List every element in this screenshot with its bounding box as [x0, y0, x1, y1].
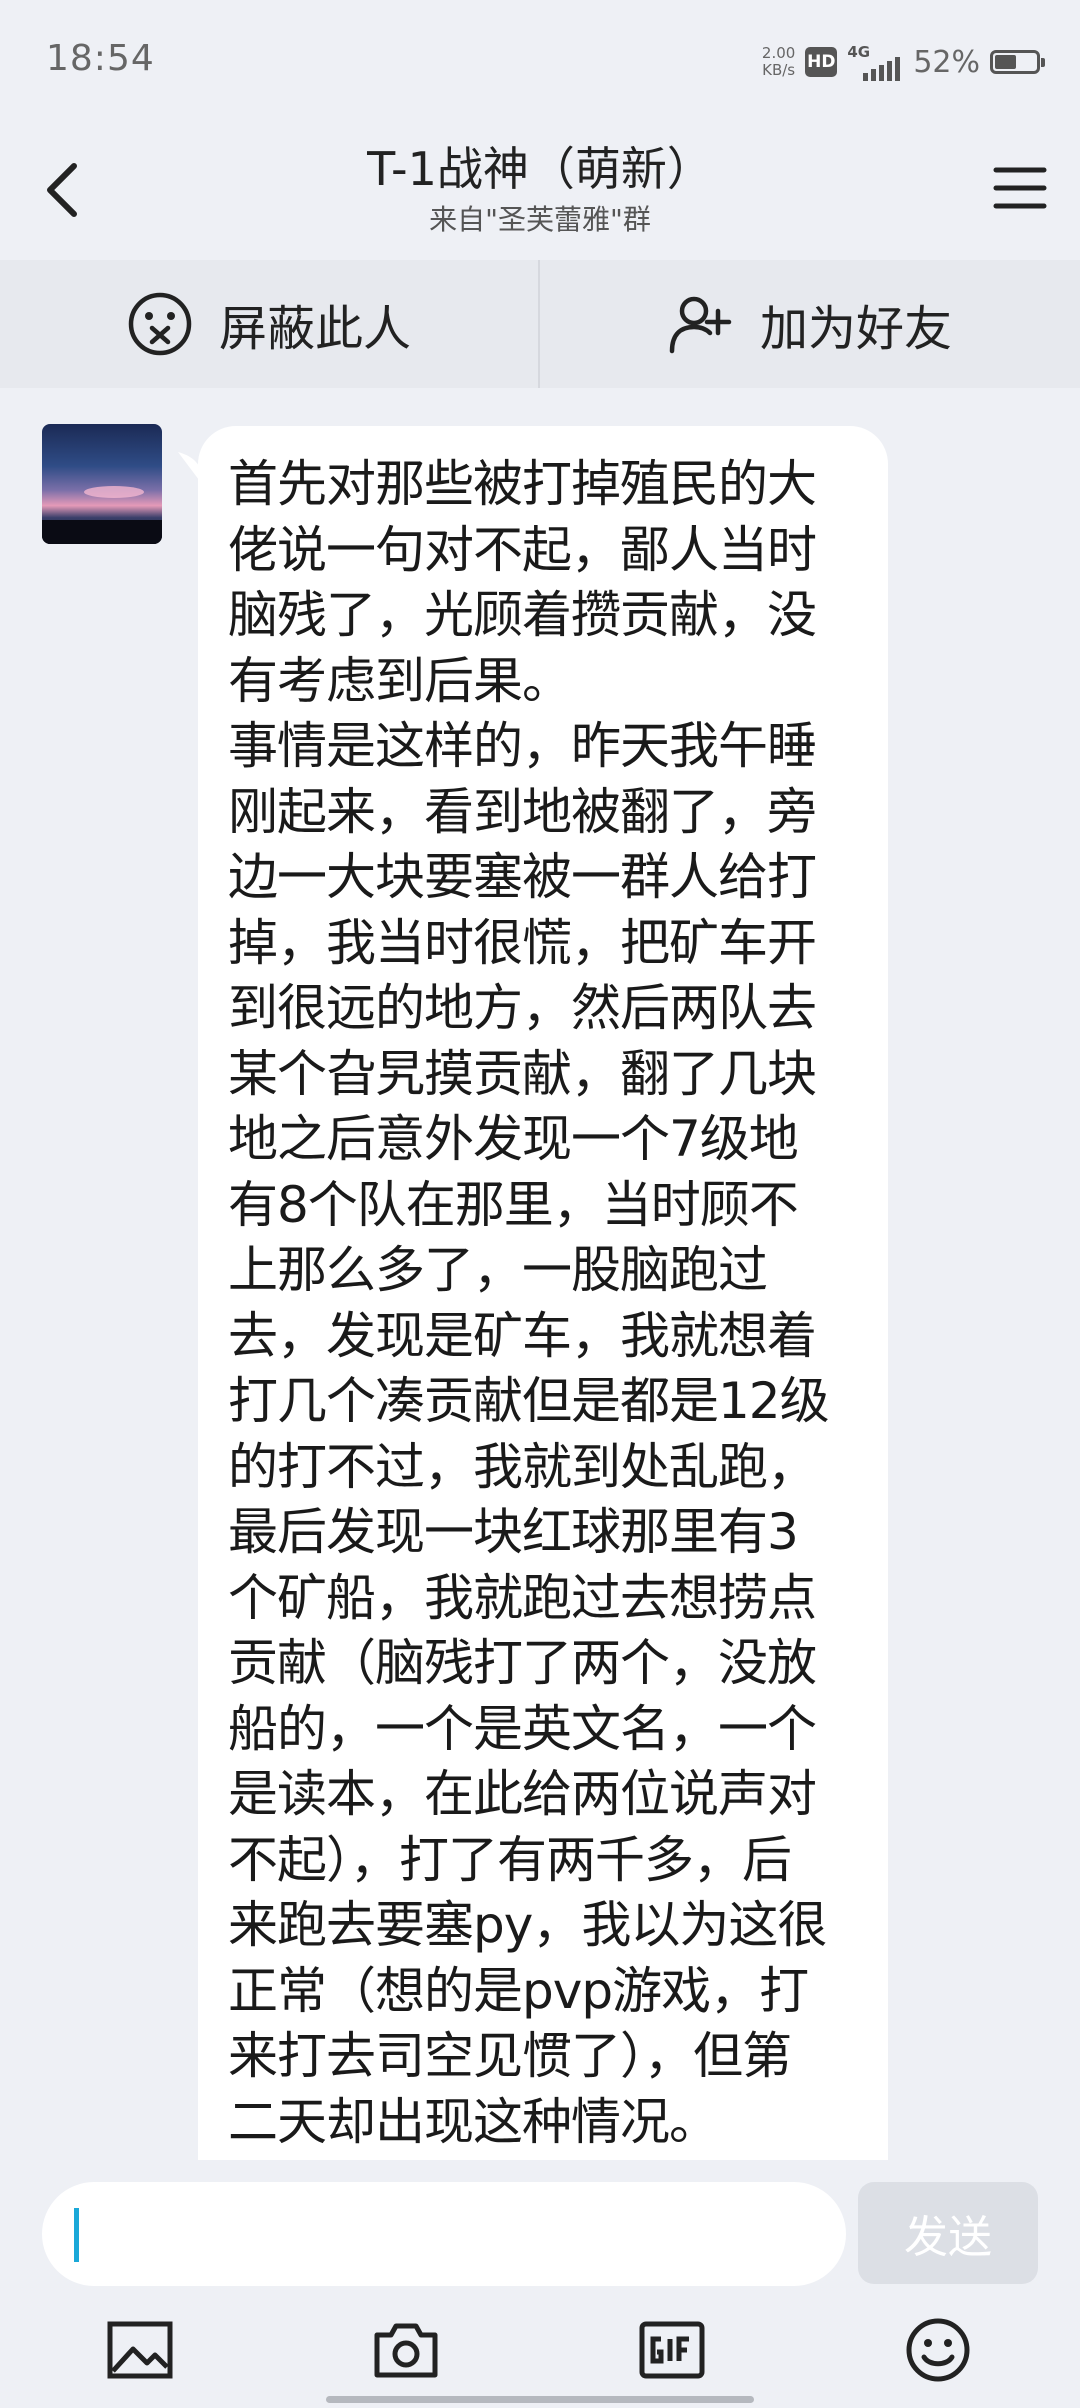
gif-icon [639, 2321, 705, 2379]
message-line: 不起），打了有两千多，后 [228, 1830, 792, 1889]
message-line: 贡献（脑残打了两个，没放 [228, 1634, 817, 1692]
message-line: 某个旮旯摸贡献，翻了几块 [228, 1044, 817, 1103]
message-line: 有考虑到后果。 [228, 651, 572, 710]
page-subtitle: 来自"圣芙蕾雅"群 [429, 203, 651, 236]
battery-percent: 52% [913, 44, 980, 80]
send-button[interactable]: 发送 [858, 2182, 1038, 2284]
back-button[interactable] [36, 148, 96, 232]
message-line: 佬说一句对不起，鄙人当时 [228, 520, 817, 579]
network-speed-value: 2.00 [761, 44, 796, 62]
message-line: 地之后意外发现一个7级地 [228, 1110, 799, 1168]
text-caret [74, 2208, 79, 2262]
message-line: 个矿船，我就跑过去想捞点 [228, 1568, 817, 1627]
message-line: 有8个队在那里，当时顾不 [228, 1175, 799, 1234]
hamburger-menu-icon [993, 167, 1047, 209]
message-line: 上那么多了，一股脑跑过 [228, 1241, 768, 1299]
add-friend-button[interactable]: 加为好友 [540, 260, 1080, 388]
message-line: 到很远的地方，然后两队去 [228, 979, 817, 1037]
page-title: T-1战神（萌新） [367, 142, 713, 196]
message-line: 的打不过，我就到处乱跑， [228, 1437, 817, 1496]
block-user-button[interactable]: 屏蔽此人 [0, 260, 538, 388]
message-line: 事情是这样的，昨天我午睡 [228, 717, 817, 775]
message-line: 最后发现一块红球那里有3 [228, 1503, 799, 1561]
status-time: 18:54 [46, 38, 155, 79]
sad-face-icon [128, 292, 192, 356]
bottom-toolbar [0, 2290, 1080, 2408]
message-line: 刚起来，看到地被翻了，旁 [228, 782, 817, 841]
image-icon [107, 2321, 173, 2379]
composer: 发送 [0, 2160, 1080, 2290]
camera-icon [374, 2323, 438, 2378]
emoji-button[interactable] [898, 2310, 978, 2390]
network-speed: 2.00 KB/s [762, 45, 795, 79]
message-line: 正常（想的是pvp游戏，打 [228, 1961, 809, 2020]
battery-icon [990, 50, 1045, 74]
menu-button[interactable] [990, 158, 1050, 218]
add-user-icon [669, 296, 732, 354]
message-line: 是读本，在此给两位说声对 [228, 1765, 817, 1823]
message-line: 首先对那些被打掉殖民的大 [228, 455, 817, 513]
signal-icon: 4G [847, 43, 903, 81]
add-friend-label: 加为好友 [759, 301, 952, 357]
message-line: 二天却出现这种情况。 [228, 2092, 719, 2151]
message-line: 去，发现是矿车，我就想着 [228, 1306, 817, 1365]
message-line: 边一大块要塞被一群人给打 [228, 848, 817, 906]
message-line: 脑残了，光顾着攒贡献，没 [228, 586, 817, 644]
message-input[interactable] [42, 2182, 846, 2286]
message-line: 船的，一个是英文名，一个 [228, 1699, 817, 1758]
emoji-icon [906, 2318, 970, 2382]
network-speed-unit: KB/s [762, 61, 796, 79]
message-line: 来跑去要塞py，我以为这很 [228, 1896, 827, 1954]
action-bar: 屏蔽此人 加为好友 [0, 260, 1080, 388]
message-line: 来打去司空见惯了），但第 [228, 2027, 792, 2085]
home-indicator[interactable] [326, 2396, 754, 2403]
message-line: 掉，我当时很慌，把矿车开 [228, 913, 817, 972]
message-text: 首先对那些被打掉殖民的大 佬说一句对不起，鄙人当时 脑残了，光顾着攒贡献，没 有考虑到… [198, 426, 888, 2198]
message-bubble[interactable]: 首先对那些被打掉殖民的大 佬说一句对不起，鄙人当时 脑残了，光顾着攒贡献，没 有考虑到… [198, 426, 888, 2198]
chevron-left-icon [47, 163, 77, 217]
status-bar: 18:54 2.00 KB/s HD 4G 52% [0, 0, 1080, 118]
image-button[interactable] [100, 2310, 180, 2390]
message-line: 打几个凑贡献但是都是12级 [228, 1372, 830, 1430]
header: T-1战神（萌新） 来自"圣芙蕾雅"群 [0, 118, 1080, 260]
title-block: T-1战神（萌新） 来自"圣芙蕾雅"群 [200, 138, 880, 240]
hd-badge: HD [805, 47, 838, 77]
gif-button[interactable] [632, 2310, 712, 2390]
block-user-label: 屏蔽此人 [218, 301, 411, 357]
chat-area[interactable]: 首先对那些被打掉殖民的大 佬说一句对不起，鄙人当时 脑残了，光顾着攒贡献，没 有考虑到… [0, 388, 1080, 2198]
avatar[interactable] [42, 424, 162, 544]
camera-button[interactable] [366, 2310, 446, 2390]
status-indicators: 2.00 KB/s HD 4G 52% [762, 36, 1045, 88]
